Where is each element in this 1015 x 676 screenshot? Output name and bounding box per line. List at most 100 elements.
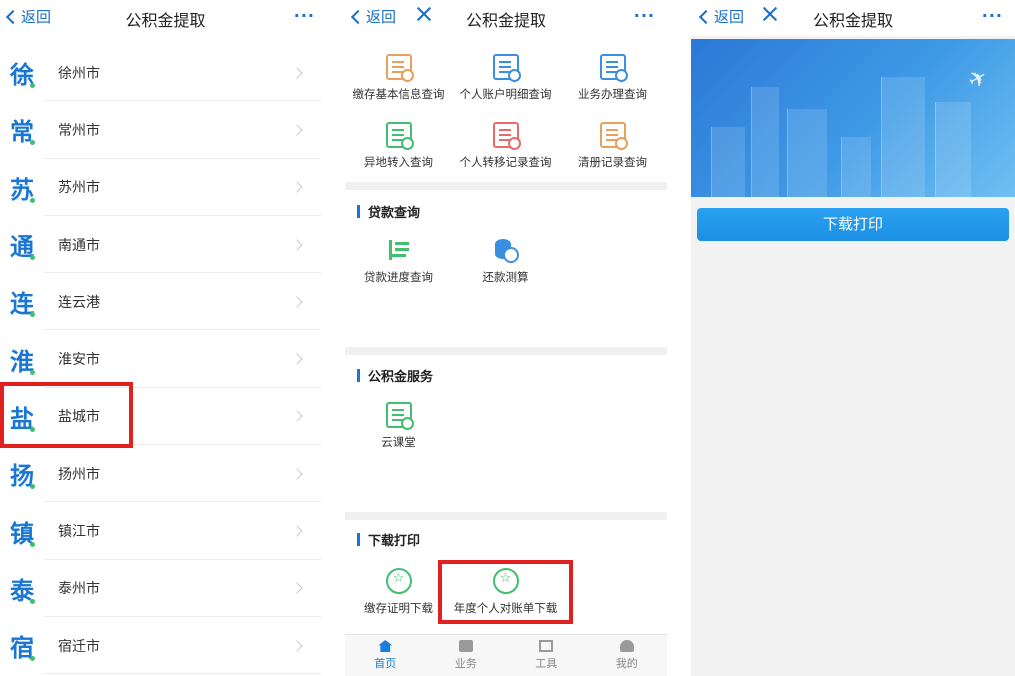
service-item[interactable]: 业务办理查询: [559, 54, 666, 102]
dot-icon: [30, 312, 35, 318]
divider: [345, 182, 667, 190]
tab-bar: 首页 业务 工具 我的: [345, 634, 667, 676]
building-shape: [751, 87, 779, 197]
city-select-screen: 返回 公积金提取 ··· 徐 徐州市常 常州市苏 苏州市通 南通市连 连云港淮 淮安市盐 盐城…: [0, 0, 331, 676]
close-icon[interactable]: [761, 5, 779, 23]
section-title-download: 下载打印: [357, 530, 420, 549]
city-item[interactable]: 常 常州市: [0, 101, 331, 159]
city-name: 宿迁市: [58, 638, 100, 655]
chevron-right-icon: [291, 410, 303, 423]
service-item-label: 还款测算: [482, 270, 529, 284]
city-name: 镇江市: [58, 524, 100, 541]
city-name: 泰州市: [58, 581, 100, 598]
service-item-label: 清册记录查询: [578, 155, 647, 169]
service-item[interactable]: 年度个人对账单下载: [452, 568, 559, 616]
tab-item[interactable]: 首页: [345, 635, 426, 676]
service-item-label: 业务办理查询: [578, 87, 647, 101]
service-item[interactable]: 还款测算: [452, 237, 559, 285]
download-print-button[interactable]: 下载打印: [697, 208, 1009, 241]
city-glyph-icon: 宿: [10, 633, 35, 663]
city-item[interactable]: 苏 苏州市: [0, 159, 331, 217]
tab-item[interactable]: 我的: [587, 635, 668, 676]
more-icon[interactable]: ···: [982, 6, 1003, 25]
city-item[interactable]: 通 南通市: [0, 216, 331, 274]
service-item[interactable]: 贷款进度查询: [345, 237, 452, 285]
chevron-right-icon: [291, 296, 303, 308]
transfer-record-icon: [492, 122, 521, 150]
back-button[interactable]: 返回: [697, 6, 744, 27]
dot-icon: [30, 255, 35, 261]
chevron-left-icon: [5, 9, 21, 24]
chevron-right-icon: [291, 639, 303, 652]
dot-icon: [30, 426, 35, 432]
back-button[interactable]: 返回: [349, 6, 396, 27]
service-item[interactable]: 云课堂: [345, 402, 452, 450]
dot-icon: [30, 83, 35, 89]
city-item[interactable]: 镇 镇江市: [0, 502, 331, 560]
service-item-label: 年度个人对账单下载: [453, 601, 558, 615]
city-name: 常州市: [58, 122, 100, 139]
business-search-icon: [599, 54, 628, 82]
dot-icon: [30, 140, 35, 146]
city-name: 连云港: [58, 294, 100, 311]
chevron-right-icon: [291, 181, 303, 193]
city-item[interactable]: 徐 徐州市: [0, 44, 331, 102]
city-glyph-icon: 泰: [10, 575, 35, 605]
close-icon[interactable]: [415, 5, 433, 23]
service-item[interactable]: 异地转入查询: [345, 122, 452, 170]
chevron-right-icon: [291, 124, 303, 136]
certificate-download-icon: [385, 568, 412, 594]
more-icon[interactable]: ···: [294, 6, 315, 25]
back-button[interactable]: 返回: [4, 6, 51, 27]
statement-download-icon: [492, 568, 519, 594]
service-item[interactable]: 个人账户明细查询: [452, 54, 559, 102]
chevron-right-icon: [291, 238, 303, 251]
service-item-label: 缴存基本信息查询: [352, 87, 445, 101]
service-item-label: 贷款进度查询: [364, 270, 433, 284]
city-glyph-icon: 常: [10, 117, 35, 147]
chevron-right-icon: [291, 525, 303, 537]
building-shape: [935, 102, 971, 197]
service-item-label: 云课堂: [381, 435, 416, 449]
service-item[interactable]: 个人转移记录查询: [452, 122, 559, 170]
home-icon: [378, 640, 393, 652]
register-record-icon: [599, 122, 628, 150]
chevron-right-icon: [291, 353, 303, 365]
divider: [345, 347, 667, 355]
city-item[interactable]: 扬 扬州市: [0, 445, 331, 503]
service-item-label: 个人账户明细查询: [459, 87, 552, 101]
city-item[interactable]: 淮 淮安市: [0, 330, 331, 389]
city-item[interactable]: 宿 宿迁市: [0, 617, 331, 675]
service-item[interactable]: 缴存基本信息查询: [345, 54, 452, 102]
city-skyline-banner: ✈: [691, 39, 1015, 197]
city-item[interactable]: 连 连云港: [0, 273, 331, 331]
download-print-screen: 返回 公积金提取 ··· ✈ 下载打印: [691, 0, 1015, 676]
chevron-left-icon: [350, 9, 366, 24]
more-icon[interactable]: ···: [634, 6, 655, 25]
city-name: 南通市: [58, 237, 100, 254]
tab-item[interactable]: 工具: [506, 635, 587, 676]
building-shape: [711, 127, 745, 197]
tab-label: 业务: [454, 657, 477, 670]
city-name: 盐城市: [58, 409, 100, 426]
city-glyph-icon: 扬: [10, 461, 35, 491]
briefcase-icon: [458, 640, 473, 652]
city-glyph-icon: 徐: [10, 60, 35, 90]
repayment-calc-icon: [493, 237, 519, 263]
city-item[interactable]: 泰 泰州市: [0, 560, 331, 618]
dot-icon: [30, 369, 35, 375]
chevron-right-icon: [291, 66, 303, 79]
account-detail-icon: [492, 54, 521, 82]
city-name: 扬州市: [58, 466, 100, 483]
airplane-icon: ✈: [963, 64, 993, 95]
city-list: 徐 徐州市常 常州市苏 苏州市通 南通市连 连云港淮 淮安市盐 盐城市扬 扬州市镇 镇江市泰 泰州市…: [0, 44, 331, 675]
building-shape: [787, 109, 827, 197]
divider: [345, 512, 667, 520]
service-item[interactable]: 清册记录查询: [559, 122, 666, 170]
dot-icon: [30, 197, 35, 203]
tab-item[interactable]: 业务: [426, 635, 507, 676]
dot-icon: [30, 484, 35, 490]
tab-label: 首页: [374, 657, 397, 670]
city-item[interactable]: 盐 盐城市: [0, 388, 331, 446]
service-item[interactable]: 缴存证明下载: [345, 568, 452, 616]
